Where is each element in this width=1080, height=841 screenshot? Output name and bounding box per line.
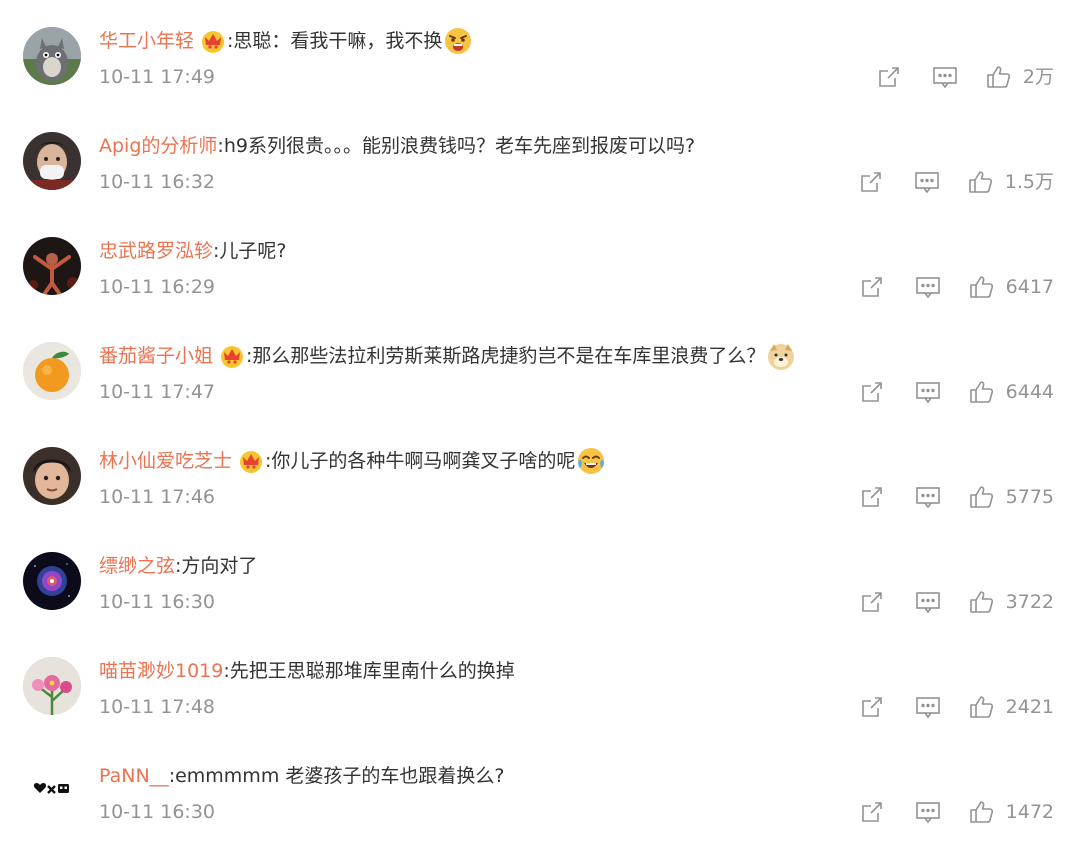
comment-text: h9系列很贵。。。能别浪费钱吗？老车先座到报废可以吗? [223, 135, 696, 157]
comment-actions: 1.5万 [857, 165, 1054, 199]
share-icon[interactable] [858, 798, 886, 826]
comment-timestamp: 10-11 17:49 [99, 66, 216, 88]
username-link[interactable]: 番茄酱子小姐 [99, 339, 213, 373]
share-icon[interactable] [858, 588, 886, 616]
comment-text: 先把王思聪那堆库里南什么的换掉 [229, 660, 515, 682]
doge-emoji [766, 341, 796, 371]
comment-list: 华工小年轻 : 思聪：看我干嘛，我不换 10-11 17:49 2万 Apig的… [0, 0, 1080, 841]
comment-line: 林小仙爱吃芝士 : 你儿子的各种牛啊马啊龚叉子啥的呢 [99, 444, 606, 478]
like-count: 3722 [1005, 591, 1054, 613]
like-count: 5775 [1005, 486, 1054, 508]
like-count: 1472 [1005, 801, 1054, 823]
share-icon[interactable] [858, 693, 886, 721]
thumbs-up-icon[interactable] [968, 588, 996, 616]
comment-timestamp: 10-11 16:29 [99, 276, 216, 298]
heart-x-avatar[interactable] [23, 762, 81, 820]
thumbs-up-icon[interactable] [968, 693, 996, 721]
comment-item: 番茄酱子小姐 : 那么那些法拉利劳斯莱斯路虎捷豹岂不是在车库里浪费了么？ 10-… [0, 315, 1080, 420]
thumbs-up-icon[interactable] [985, 63, 1013, 91]
thumbs-up-icon[interactable] [968, 273, 996, 301]
thumbs-up-icon[interactable] [968, 798, 996, 826]
laughing-tears-emoji [576, 446, 606, 476]
comment-icon[interactable] [931, 63, 959, 91]
like-count: 1.5万 [1004, 171, 1054, 193]
like-count: 2万 [1022, 66, 1054, 88]
comment-icon[interactable] [914, 588, 942, 616]
comment-line: 忠武路罗泓轸 : 儿子呢? [99, 234, 287, 268]
username-link[interactable]: 喵苗渺妙1019 [99, 654, 223, 688]
comment-item: 华工小年轻 : 思聪：看我干嘛，我不换 10-11 17:49 2万 [0, 0, 1080, 105]
comment-text: 那么那些法拉利劳斯莱斯路虎捷豹岂不是在车库里浪费了么？ [252, 345, 766, 367]
comment-item: Apig的分析师 : h9系列很贵。。。能别浪费钱吗？老车先座到报废可以吗? 1… [0, 105, 1080, 210]
comment-item: 林小仙爱吃芝士 : 你儿子的各种牛啊马啊龚叉子啥的呢 10-11 17:46 5… [0, 420, 1080, 525]
comment-timestamp: 10-11 16:30 [99, 591, 216, 613]
share-icon[interactable] [858, 483, 886, 511]
username-link[interactable]: 缥缈之弦 [99, 549, 175, 583]
comment-item: 喵苗渺妙1019 : 先把王思聪那堆库里南什么的换掉 10-11 17:48 2… [0, 630, 1080, 735]
comment-text: 思聪：看我干嘛，我不换 [233, 30, 443, 52]
masked-person-avatar[interactable] [23, 132, 81, 190]
comment-line: Apig的分析师 : h9系列很贵。。。能别浪费钱吗？老车先座到报废可以吗? [99, 129, 695, 163]
like-count: 6417 [1005, 276, 1054, 298]
vip-crown-icon [200, 28, 226, 54]
nebula-avatar[interactable] [23, 552, 81, 610]
comment-timestamp: 10-11 16:32 [99, 171, 216, 193]
comment-actions: 2万 [875, 60, 1054, 94]
comment-line: 番茄酱子小姐 : 那么那些法拉利劳斯莱斯路虎捷豹岂不是在车库里浪费了么？ [99, 339, 796, 373]
vip-crown-icon [219, 343, 245, 369]
comment-text: 儿子呢? [219, 240, 287, 262]
comment-icon[interactable] [914, 378, 942, 406]
comment-line: 缥缈之弦 : 方向对了 [99, 549, 257, 583]
comment-timestamp: 10-11 17:48 [99, 696, 216, 718]
comment-timestamp: 10-11 17:47 [99, 381, 216, 403]
comment-icon[interactable] [913, 168, 941, 196]
username-link[interactable]: 林小仙爱吃芝士 [99, 444, 232, 478]
share-icon[interactable] [857, 168, 885, 196]
performer-avatar[interactable] [23, 237, 81, 295]
comment-icon[interactable] [914, 798, 942, 826]
comment-item: 缥缈之弦 : 方向对了 10-11 16:30 3722 [0, 525, 1080, 630]
comment-line: PaNN__ : emmmmm 老婆孩子的车也跟着换么? [99, 759, 504, 793]
comment-timestamp: 10-11 16:30 [99, 801, 216, 823]
angry-face-emoji [443, 26, 473, 56]
thumbs-up-icon[interactable] [967, 168, 995, 196]
comment-icon[interactable] [914, 483, 942, 511]
comment-icon[interactable] [914, 273, 942, 301]
comment-text: emmmmm 老婆孩子的车也跟着换么? [175, 765, 505, 787]
comment-actions: 5775 [858, 480, 1054, 514]
comment-actions: 6417 [858, 270, 1054, 304]
username-link[interactable]: Apig的分析师 [99, 129, 217, 163]
thumbs-up-icon[interactable] [968, 483, 996, 511]
like-count: 6444 [1005, 381, 1054, 403]
comment-actions: 2421 [858, 690, 1054, 724]
username-link[interactable]: 华工小年轻 [99, 24, 194, 58]
comment-item: 忠武路罗泓轸 : 儿子呢? 10-11 16:29 6417 [0, 210, 1080, 315]
comment-actions: 3722 [858, 585, 1054, 619]
share-icon[interactable] [858, 378, 886, 406]
child-face-avatar[interactable] [23, 447, 81, 505]
share-icon[interactable] [858, 273, 886, 301]
comment-actions: 1472 [858, 795, 1054, 829]
comment-line: 华工小年轻 : 思聪：看我干嘛，我不换 [99, 24, 473, 58]
totoro-avatar[interactable] [23, 27, 81, 85]
comment-line: 喵苗渺妙1019 : 先把王思聪那堆库里南什么的换掉 [99, 654, 515, 688]
share-icon[interactable] [875, 63, 903, 91]
comment-text: 方向对了 [181, 555, 258, 577]
orange-avatar[interactable] [23, 342, 81, 400]
like-count: 2421 [1005, 696, 1054, 718]
comment-item: PaNN__ : emmmmm 老婆孩子的车也跟着换么? 10-11 16:30… [0, 735, 1080, 840]
comment-icon[interactable] [914, 693, 942, 721]
username-link[interactable]: 忠武路罗泓轸 [99, 234, 213, 268]
vip-crown-icon [238, 448, 264, 474]
comment-actions: 6444 [858, 375, 1054, 409]
comment-text: 你儿子的各种牛啊马啊龚叉子啥的呢 [271, 450, 576, 472]
username-link[interactable]: PaNN__ [99, 759, 169, 793]
comment-timestamp: 10-11 17:46 [99, 486, 216, 508]
flowers-avatar[interactable] [23, 657, 81, 715]
thumbs-up-icon[interactable] [968, 378, 996, 406]
